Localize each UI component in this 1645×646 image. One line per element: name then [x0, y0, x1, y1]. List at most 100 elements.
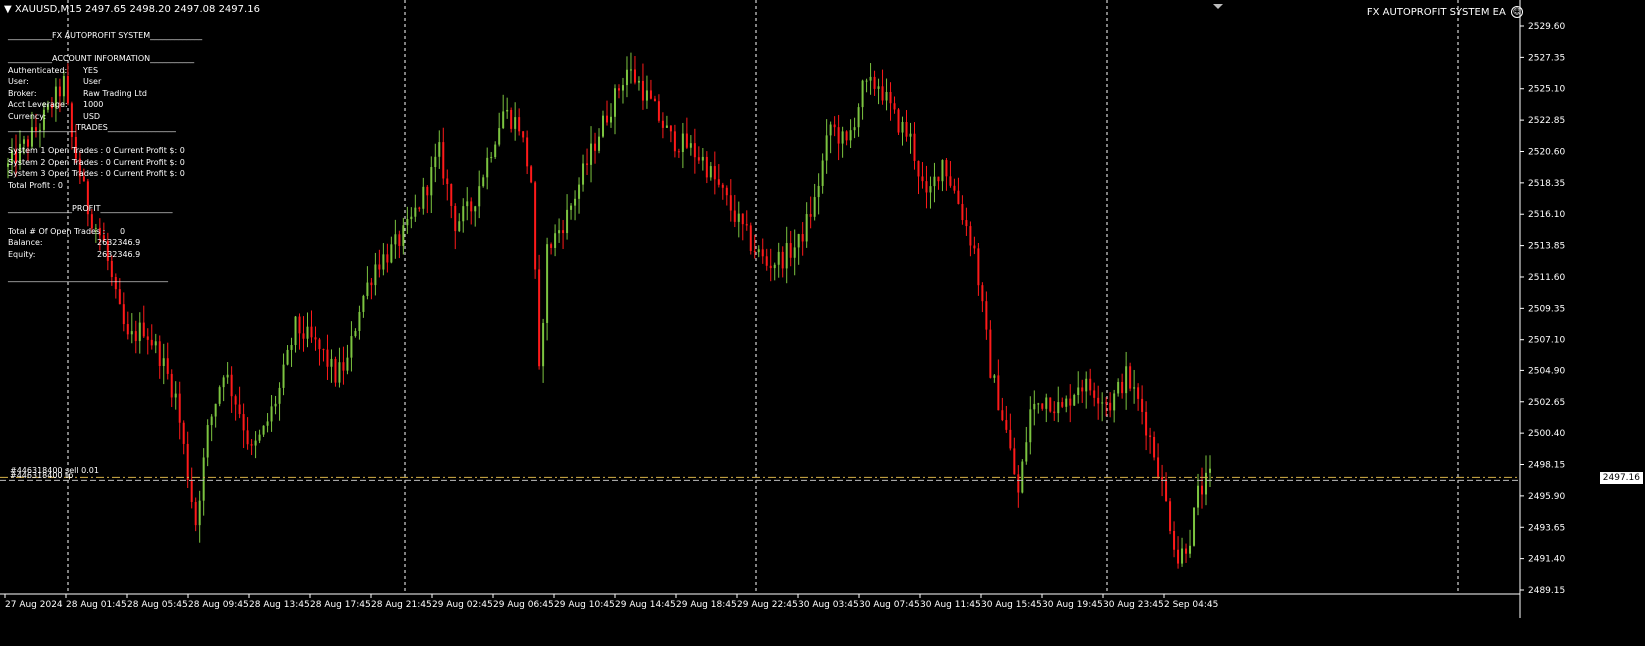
dropdown-arrow-icon[interactable]: ▼ — [4, 4, 12, 15]
candle-body — [1113, 393, 1116, 411]
candle-body — [390, 244, 393, 263]
candle-body — [1097, 397, 1100, 404]
candle-body — [402, 225, 405, 246]
ea-title: FX AUTOPROFIT SYSTEM EA ☺ — [1367, 6, 1523, 18]
profit-value: 0 — [120, 226, 126, 236]
candle-body — [426, 186, 429, 196]
candle-body — [306, 326, 309, 339]
account-row: Acct Leverage: 1000 — [8, 99, 202, 111]
candle-body — [270, 406, 273, 422]
candle-body — [566, 209, 569, 234]
candle-body — [554, 233, 557, 248]
candle-body — [518, 117, 521, 132]
candle-body — [633, 69, 636, 83]
candle-body — [254, 440, 257, 446]
candle-body — [514, 117, 517, 129]
candle-body — [889, 91, 892, 104]
candle-body — [1009, 429, 1012, 449]
info-panel: ___________FX AUTOPROFIT SYSTEM_________… — [8, 30, 202, 283]
candle-body — [977, 248, 980, 286]
candle-body — [450, 184, 453, 206]
candle-body — [346, 357, 349, 371]
candle-body — [613, 88, 616, 117]
candle-body — [809, 214, 812, 217]
candle-body — [701, 156, 704, 161]
candle-body — [1121, 381, 1124, 394]
candle-body — [1193, 507, 1196, 546]
candle-body — [929, 186, 932, 193]
candle-body — [989, 329, 992, 378]
candle-body — [362, 295, 365, 312]
candle-body — [242, 414, 245, 431]
candle-body — [238, 404, 241, 415]
candle-body — [917, 160, 920, 177]
candle-body — [158, 341, 161, 367]
candle-body — [677, 151, 680, 153]
y-tick-label: 2520.60 — [1528, 147, 1565, 157]
candle-body — [498, 128, 501, 145]
candle-body — [781, 251, 784, 269]
candle-body — [933, 176, 936, 187]
candle-body — [606, 115, 609, 123]
candle-body — [134, 331, 137, 342]
y-tick-label: 2511.60 — [1528, 273, 1565, 283]
candle-body — [937, 176, 940, 182]
account-key: User: — [8, 77, 29, 86]
candle-body — [857, 107, 860, 128]
panel-title: ___________FX AUTOPROFIT SYSTEM_________… — [8, 31, 203, 40]
candle-body — [661, 120, 664, 128]
account-value: 1000 — [83, 100, 104, 109]
candle-body — [118, 289, 121, 305]
candle-body — [1161, 476, 1164, 480]
candle-body — [546, 244, 549, 323]
candle-body — [394, 234, 397, 245]
candle-body — [1085, 378, 1088, 392]
candle-body — [637, 80, 640, 83]
candle-body — [126, 324, 129, 335]
candle-body — [1005, 420, 1008, 430]
candle-body — [1021, 461, 1024, 493]
candle-body — [590, 143, 593, 165]
candle-body — [1065, 398, 1068, 407]
candle-body — [398, 234, 401, 246]
candle-body — [562, 230, 565, 234]
trade-row: System 2 Open Trades : 0 Current Profit … — [8, 157, 185, 167]
candle-body — [717, 179, 720, 185]
candle-body — [1093, 390, 1096, 398]
candle-body — [218, 387, 221, 404]
candle-body — [274, 403, 277, 407]
candle-body — [1201, 485, 1204, 495]
candle-body — [1057, 402, 1060, 414]
trades-heading: _________________TRADES_________________ — [8, 123, 176, 132]
candle-body — [729, 195, 732, 211]
y-tick-label: 2513.85 — [1528, 242, 1565, 252]
candle-body — [741, 213, 744, 225]
candle-body — [1169, 501, 1172, 531]
candle-body — [713, 166, 716, 180]
trade-tp-label[interactable]: #446318400 tp — [10, 471, 73, 480]
candle-body — [1189, 545, 1192, 554]
candle-body — [502, 111, 505, 129]
price-chart[interactable]: 2529.60 2527.35 2525.10 2522.85 2520.60 2518.… — [0, 0, 1645, 646]
profit-value: 2632346.9 — [97, 238, 141, 247]
x-tick-label: 29 Aug 14:45 — [615, 600, 676, 610]
y-tick-label: 2504.90 — [1528, 366, 1565, 376]
candle-body — [298, 316, 301, 334]
candle-body — [142, 322, 145, 337]
y-tick-label: 2507.10 — [1528, 336, 1565, 346]
candle-body — [302, 333, 305, 339]
y-tick-label: 2522.85 — [1528, 116, 1565, 126]
candle-body — [1177, 549, 1180, 564]
candle-body — [410, 216, 413, 220]
candle-body — [334, 358, 337, 383]
candle-body — [1197, 485, 1200, 508]
candle-body — [941, 160, 944, 182]
panel-bottom-rule: ________________________________________ — [8, 272, 168, 282]
candle-body — [538, 269, 541, 367]
candle-body — [945, 160, 948, 177]
candle-body — [609, 116, 612, 123]
candle-body — [286, 349, 289, 365]
profit-row: Balance: 2632346.9 — [8, 237, 202, 249]
